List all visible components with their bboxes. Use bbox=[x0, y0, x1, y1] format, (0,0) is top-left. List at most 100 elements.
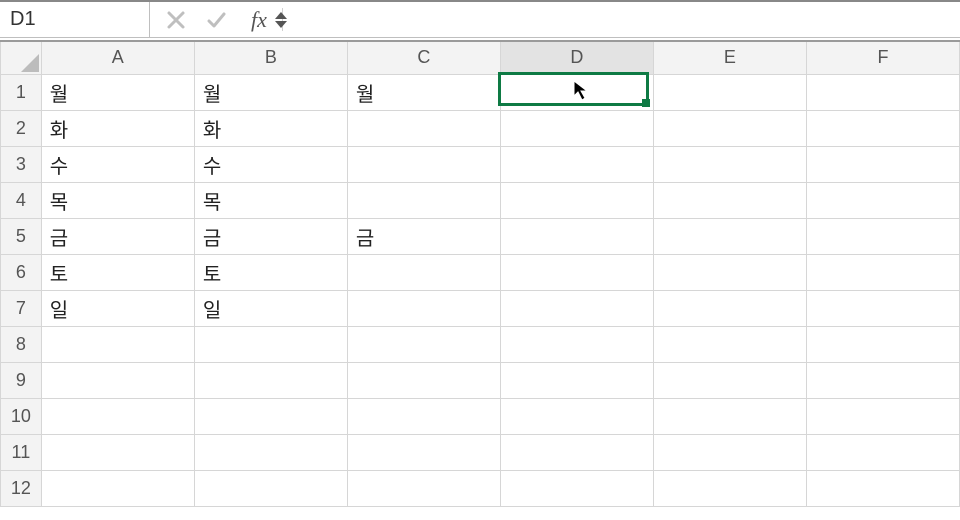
cell-B11[interactable] bbox=[194, 434, 347, 470]
cell-C2[interactable] bbox=[347, 110, 500, 146]
cell-F8[interactable] bbox=[806, 326, 959, 362]
cell-F1[interactable] bbox=[806, 74, 959, 110]
cell-B12[interactable] bbox=[194, 470, 347, 506]
cell-D9[interactable] bbox=[500, 362, 653, 398]
table-row: 4목목 bbox=[1, 182, 960, 218]
cell-B10[interactable] bbox=[194, 398, 347, 434]
cell-B9[interactable] bbox=[194, 362, 347, 398]
row-header-6[interactable]: 6 bbox=[1, 254, 42, 290]
cell-B2[interactable]: 화 bbox=[194, 110, 347, 146]
formula-bar: fx bbox=[0, 0, 960, 38]
row-header-2[interactable]: 2 bbox=[1, 110, 42, 146]
cell-E8[interactable] bbox=[653, 326, 806, 362]
cell-E5[interactable] bbox=[653, 218, 806, 254]
row-header-3[interactable]: 3 bbox=[1, 146, 42, 182]
cell-C11[interactable] bbox=[347, 434, 500, 470]
cell-D7[interactable] bbox=[500, 290, 653, 326]
cell-C8[interactable] bbox=[347, 326, 500, 362]
cell-E11[interactable] bbox=[653, 434, 806, 470]
column-header-E[interactable]: E bbox=[653, 42, 806, 74]
cell-B5[interactable]: 금 bbox=[194, 218, 347, 254]
cell-D10[interactable] bbox=[500, 398, 653, 434]
column-header-A[interactable]: A bbox=[41, 42, 194, 74]
row-header-9[interactable]: 9 bbox=[1, 362, 42, 398]
cell-D1[interactable] bbox=[500, 74, 653, 110]
table-row: 2화화 bbox=[1, 110, 960, 146]
cell-B7[interactable]: 일 bbox=[194, 290, 347, 326]
row-header-10[interactable]: 10 bbox=[1, 398, 42, 434]
cell-D3[interactable] bbox=[500, 146, 653, 182]
column-header-B[interactable]: B bbox=[194, 42, 347, 74]
column-header-D[interactable]: D bbox=[500, 42, 653, 74]
cell-B3[interactable]: 수 bbox=[194, 146, 347, 182]
cell-A7[interactable]: 일 bbox=[41, 290, 194, 326]
table-row: 3수수 bbox=[1, 146, 960, 182]
row-header-5[interactable]: 5 bbox=[1, 218, 42, 254]
cell-E1[interactable] bbox=[653, 74, 806, 110]
cell-C5[interactable]: 금 bbox=[347, 218, 500, 254]
cell-A6[interactable]: 토 bbox=[41, 254, 194, 290]
cell-A5[interactable]: 금 bbox=[41, 218, 194, 254]
row-header-12[interactable]: 12 bbox=[1, 470, 42, 506]
cell-C3[interactable] bbox=[347, 146, 500, 182]
row-header-8[interactable]: 8 bbox=[1, 326, 42, 362]
cell-D11[interactable] bbox=[500, 434, 653, 470]
cell-A8[interactable] bbox=[41, 326, 194, 362]
cell-F3[interactable] bbox=[806, 146, 959, 182]
cell-F4[interactable] bbox=[806, 182, 959, 218]
cell-C4[interactable] bbox=[347, 182, 500, 218]
cell-D12[interactable] bbox=[500, 470, 653, 506]
cell-E9[interactable] bbox=[653, 362, 806, 398]
spreadsheet-grid: A B C D E F 1월월월2화화3수수4목목5금금금6토토7일일89101… bbox=[0, 42, 960, 507]
cell-F12[interactable] bbox=[806, 470, 959, 506]
cell-A3[interactable]: 수 bbox=[41, 146, 194, 182]
row-header-11[interactable]: 11 bbox=[1, 434, 42, 470]
cell-B8[interactable] bbox=[194, 326, 347, 362]
cell-B4[interactable]: 목 bbox=[194, 182, 347, 218]
cell-A1[interactable]: 월 bbox=[41, 74, 194, 110]
cell-C9[interactable] bbox=[347, 362, 500, 398]
table-row: 9 bbox=[1, 362, 960, 398]
cell-C10[interactable] bbox=[347, 398, 500, 434]
cell-A4[interactable]: 목 bbox=[41, 182, 194, 218]
column-header-C[interactable]: C bbox=[347, 42, 500, 74]
cell-C6[interactable] bbox=[347, 254, 500, 290]
formula-input[interactable] bbox=[285, 2, 960, 37]
cell-E6[interactable] bbox=[653, 254, 806, 290]
cell-C12[interactable] bbox=[347, 470, 500, 506]
cell-D6[interactable] bbox=[500, 254, 653, 290]
cell-F2[interactable] bbox=[806, 110, 959, 146]
cell-D8[interactable] bbox=[500, 326, 653, 362]
cell-A10[interactable] bbox=[41, 398, 194, 434]
column-header-F[interactable]: F bbox=[806, 42, 959, 74]
cell-E4[interactable] bbox=[653, 182, 806, 218]
cell-F6[interactable] bbox=[806, 254, 959, 290]
cell-F11[interactable] bbox=[806, 434, 959, 470]
cell-F7[interactable] bbox=[806, 290, 959, 326]
cell-E10[interactable] bbox=[653, 398, 806, 434]
cell-E3[interactable] bbox=[653, 146, 806, 182]
cell-E2[interactable] bbox=[653, 110, 806, 146]
cell-B1[interactable]: 월 bbox=[194, 74, 347, 110]
row-header-7[interactable]: 7 bbox=[1, 290, 42, 326]
name-box-spinner[interactable] bbox=[275, 12, 289, 28]
cell-D2[interactable] bbox=[500, 110, 653, 146]
cell-F10[interactable] bbox=[806, 398, 959, 434]
cell-C7[interactable] bbox=[347, 290, 500, 326]
select-all-corner[interactable] bbox=[1, 42, 42, 74]
cell-A2[interactable]: 화 bbox=[41, 110, 194, 146]
cell-A11[interactable] bbox=[41, 434, 194, 470]
cell-B6[interactable]: 토 bbox=[194, 254, 347, 290]
cell-D5[interactable] bbox=[500, 218, 653, 254]
cell-F9[interactable] bbox=[806, 362, 959, 398]
cell-D4[interactable] bbox=[500, 182, 653, 218]
cell-A12[interactable] bbox=[41, 470, 194, 506]
cell-A9[interactable] bbox=[41, 362, 194, 398]
row-header-1[interactable]: 1 bbox=[1, 74, 42, 110]
cell-E12[interactable] bbox=[653, 470, 806, 506]
cell-C1[interactable]: 월 bbox=[347, 74, 500, 110]
cell-F5[interactable] bbox=[806, 218, 959, 254]
name-box[interactable] bbox=[10, 8, 275, 31]
row-header-4[interactable]: 4 bbox=[1, 182, 42, 218]
cell-E7[interactable] bbox=[653, 290, 806, 326]
